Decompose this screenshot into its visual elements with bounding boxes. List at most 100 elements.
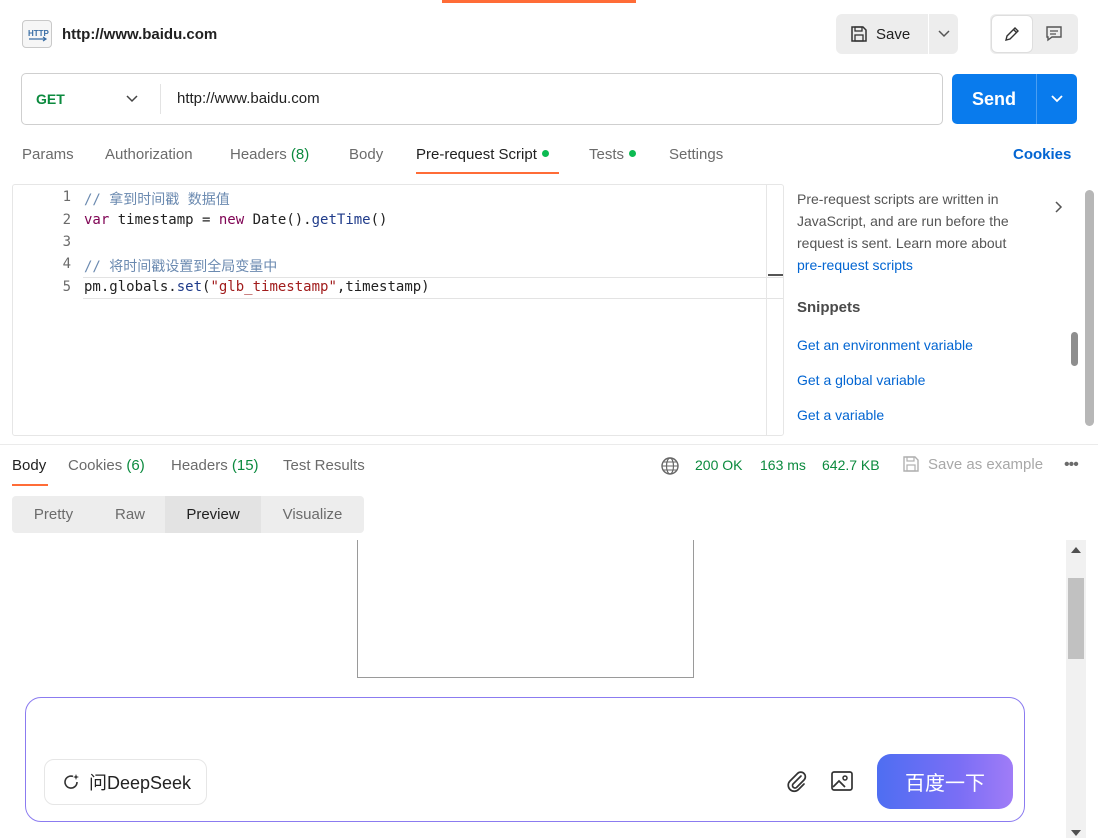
response-tab-body[interactable]: Body [12, 457, 46, 474]
svg-text:HTTP: HTTP [28, 29, 50, 38]
globe-icon[interactable] [660, 456, 680, 476]
code-string: "glb_timestamp" [210, 279, 337, 295]
active-tab-indicator [12, 484, 48, 486]
snippet-item[interactable]: Get a variable [797, 407, 884, 423]
tab-cookies-label: Cookies [68, 457, 123, 474]
refresh-sparkle-icon [64, 774, 79, 789]
snippets-scrollbar-thumb[interactable] [1071, 332, 1078, 366]
pane-divider[interactable] [0, 444, 1098, 445]
snippet-item[interactable]: Get an environment variable [797, 337, 973, 353]
view-mode-raw[interactable]: Raw [95, 496, 165, 533]
code-line: // 将时间戳设置到全局变量中 [84, 256, 277, 276]
save-icon [903, 456, 919, 472]
preview-scrollbar[interactable] [1066, 540, 1086, 838]
send-button-group: Send [952, 74, 1077, 124]
tab-headers[interactable]: Headers (8) [230, 146, 309, 163]
view-mode-selector: Pretty Raw Preview Visualize [12, 496, 364, 533]
code-text: pm.globals. [84, 279, 177, 295]
request-name[interactable]: http://www.baidu.com [62, 26, 217, 43]
http-request-icon: HTTP [22, 20, 52, 48]
tab-pre-request-script[interactable]: Pre-request Script [416, 146, 549, 163]
response-tab-cookies[interactable]: Cookies (6) [68, 457, 145, 474]
code-comment: // 将时间戳设置到全局变量中 [84, 259, 278, 275]
save-as-example-button[interactable]: Save as example [902, 455, 1043, 473]
view-toggle-group [990, 14, 1078, 54]
request-tabs: Params Authorization Headers (8) Body Pr… [0, 140, 1098, 174]
line-number: 2 [62, 212, 71, 228]
active-tab-indicator [416, 172, 559, 174]
cursor-marker [768, 274, 783, 276]
description-text: Pre-request scripts are written in JavaS… [797, 191, 1009, 251]
code-text: Date(). [244, 212, 312, 228]
editor-scroll-track[interactable] [766, 185, 767, 435]
comment-icon [1046, 26, 1062, 42]
line-number: 1 [62, 189, 71, 205]
view-mode-pretty[interactable]: Pretty [12, 496, 95, 533]
ask-deepseek-button[interactable]: 问DeepSeek [44, 759, 207, 805]
tab-tests-label: Tests [589, 146, 625, 163]
chevron-down-icon [126, 95, 138, 103]
code-line: var timestamp = new Date().getTime() [84, 212, 387, 228]
url-input[interactable]: http://www.baidu.com [177, 90, 320, 107]
preview-frame-box [357, 540, 694, 678]
method-value: GET [36, 91, 65, 107]
code-text: timestamp = [109, 212, 219, 228]
save-icon [851, 26, 867, 42]
panel-description: Pre-request scripts are written in JavaS… [797, 188, 1033, 276]
panel-scrollbar[interactable] [1085, 190, 1094, 426]
code-function: getTime [311, 212, 371, 228]
image-upload-icon[interactable] [830, 770, 854, 792]
headers-count: (15) [231, 457, 259, 474]
response-preview[interactable]: 问DeepSeek 百度一下 [0, 540, 1064, 838]
tab-headers-label: Headers [171, 457, 228, 474]
code-comment: // 拿到时间戳 数据值 [84, 192, 230, 208]
headers-count: (8) [290, 146, 310, 163]
send-options-button[interactable] [1037, 74, 1077, 124]
snippets-panel: Pre-request scripts are written in JavaS… [797, 188, 1067, 438]
code-keyword: var [84, 212, 110, 228]
save-options-button[interactable] [929, 14, 958, 54]
tab-tests[interactable]: Tests [589, 146, 637, 163]
code-line: // 拿到时间戳 数据值 [84, 189, 230, 209]
tab-params[interactable]: Params [22, 146, 74, 163]
code-text: () [370, 212, 388, 228]
more-options-icon[interactable]: ••• [1064, 456, 1079, 474]
tab-settings[interactable]: Settings [669, 146, 723, 163]
code-keyword: new [218, 212, 245, 228]
scroll-up-icon[interactable] [1071, 546, 1081, 554]
cookies-link[interactable]: Cookies [1013, 146, 1071, 163]
tab-authorization[interactable]: Authorization [105, 146, 193, 163]
save-button-group: Save [836, 14, 958, 54]
response-size[interactable]: 642.7 KB [822, 457, 880, 473]
chevron-down-icon [937, 30, 950, 38]
ask-deepseek-label: 问DeepSeek [89, 773, 192, 793]
divider [160, 84, 161, 114]
line-number: 4 [62, 256, 71, 272]
baidu-search-button[interactable]: 百度一下 [877, 754, 1013, 809]
pre-request-docs-link[interactable]: pre-request scripts [797, 257, 913, 273]
code-line: pm.globals.set("glb_timestamp",timestamp… [84, 279, 430, 295]
attachment-icon[interactable] [786, 770, 808, 794]
response-tab-headers[interactable]: Headers (15) [171, 457, 259, 474]
comments-button[interactable] [1034, 16, 1074, 52]
search-box[interactable]: 问DeepSeek 百度一下 [25, 697, 1025, 822]
save-label: Save [876, 25, 911, 43]
snippets-title: Snippets [797, 299, 861, 316]
snippet-item[interactable]: Get a global variable [797, 372, 925, 388]
response-tab-test-results[interactable]: Test Results [283, 457, 365, 474]
send-button[interactable]: Send [952, 74, 1036, 124]
tab-pre-request-label: Pre-request Script [416, 146, 537, 163]
chevron-right-icon[interactable] [1054, 200, 1064, 214]
line-number: 5 [62, 279, 71, 295]
view-mode-preview[interactable]: Preview [165, 496, 261, 533]
tab-body[interactable]: Body [349, 146, 383, 163]
script-editor[interactable]: 1 2 3 4 5 // 拿到时间戳 数据值 var timestamp = n… [12, 184, 784, 436]
view-mode-visualize[interactable]: Visualize [261, 496, 364, 533]
status-code[interactable]: 200 OK [695, 457, 742, 473]
scroll-down-icon[interactable] [1071, 829, 1081, 837]
response-time[interactable]: 163 ms [760, 457, 806, 473]
save-button[interactable]: Save [836, 14, 928, 54]
method-select[interactable]: GET [22, 74, 160, 124]
scrollbar-thumb[interactable] [1068, 578, 1084, 659]
edit-button[interactable] [992, 16, 1032, 52]
